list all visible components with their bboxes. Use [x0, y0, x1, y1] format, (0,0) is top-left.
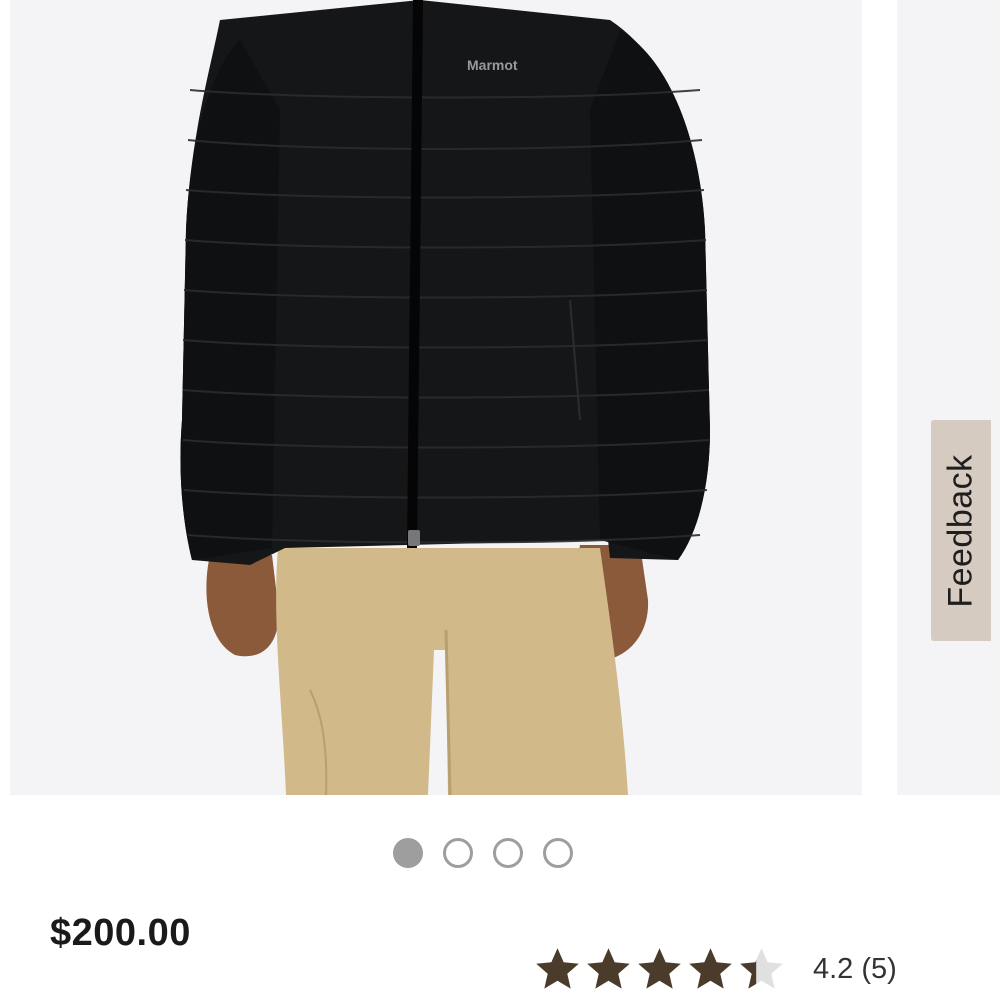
- carousel-pagination: [393, 838, 573, 868]
- rating-stars: [532, 944, 787, 995]
- star-icon: [587, 947, 630, 989]
- carousel-dot-3[interactable]: [493, 838, 523, 868]
- product-image-slide[interactable]: Marmot: [10, 0, 862, 795]
- zipper: [407, 0, 423, 549]
- product-rating[interactable]: 4.2 (5): [532, 942, 897, 996]
- star-icon: [536, 947, 579, 989]
- product-image-carousel[interactable]: Marmot: [0, 0, 1000, 795]
- feedback-label: Feedback: [941, 453, 980, 608]
- product-page: Marmot Feedback $200.00 4.2 (5): [0, 0, 1000, 1000]
- star-icon: [740, 947, 783, 989]
- left-hand: [206, 555, 279, 657]
- star-icon: [638, 947, 681, 989]
- next-product-image-slide[interactable]: [897, 0, 1000, 795]
- carousel-dot-4[interactable]: [543, 838, 573, 868]
- product-photo: Marmot: [180, 0, 711, 795]
- brand-logo: Marmot: [467, 57, 518, 73]
- carousel-dot-1[interactable]: [393, 838, 423, 868]
- star-icon: [689, 947, 732, 989]
- pants: [276, 548, 628, 795]
- product-price: $200.00: [50, 912, 191, 954]
- rating-summary[interactable]: 4.2 (5): [813, 953, 897, 986]
- carousel-dot-2[interactable]: [443, 838, 473, 868]
- feedback-button[interactable]: Feedback: [931, 420, 991, 641]
